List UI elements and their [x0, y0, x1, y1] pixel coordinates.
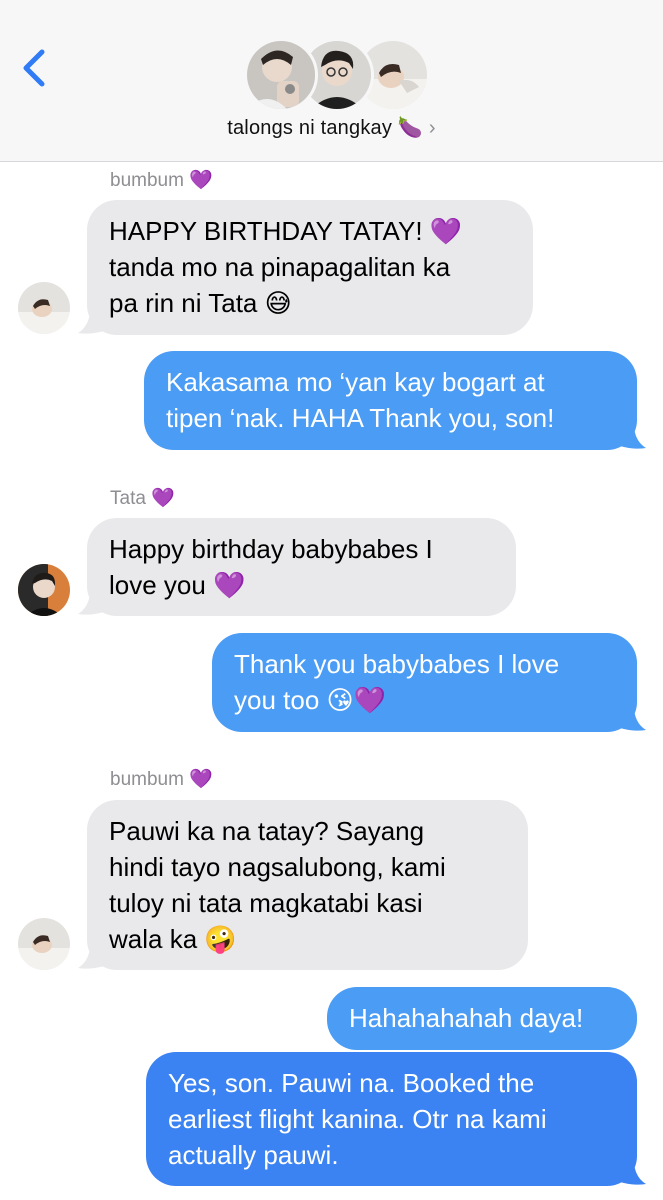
conversation-header: talongs ni tangkay 🍆 › — [0, 0, 663, 162]
message-bubble-incoming[interactable]: Happy birthday babybabes I love you 💜 — [87, 518, 516, 616]
message-line: love you 💜 — [109, 570, 246, 600]
message-line: tuloy ni tata magkatabi kasi — [109, 888, 423, 918]
message-line: you too 😘💜 — [234, 685, 386, 715]
chevron-right-icon: › — [428, 117, 436, 139]
message-line: pa rin ni Tata 😅 — [109, 288, 292, 318]
sender-avatar — [18, 282, 70, 334]
message-line: Hahahahahah daya! — [349, 1003, 584, 1033]
message-bubble-incoming[interactable]: Pauwi ka na tatay? Sayang hindi tayo nag… — [87, 800, 528, 970]
back-chevron-icon[interactable] — [16, 46, 52, 90]
sender-avatar — [18, 564, 70, 616]
sender-name: Tata 💜 — [110, 488, 175, 509]
sender-name: bumbum 💜 — [110, 170, 213, 191]
message-line: earliest flight kanina. Otr na kami — [168, 1104, 547, 1134]
message-bubble-incoming[interactable]: HAPPY BIRTHDAY TATAY! 💜 tanda mo na pina… — [87, 200, 533, 335]
message-bubble-outgoing[interactable]: Yes, son. Pauwi na. Booked the earliest … — [146, 1052, 637, 1186]
sender-avatar — [18, 918, 70, 970]
message-line: Kakasama mo ‘yan kay bogart at — [166, 367, 545, 397]
message-line: HAPPY BIRTHDAY TATAY! 💜 — [109, 216, 463, 246]
sender-name: bumbum 💜 — [110, 769, 213, 790]
group-avatars[interactable] — [244, 38, 430, 112]
message-line: wala ka 🤪 — [109, 924, 237, 954]
message-line: tanda mo na pinapagalitan ka — [109, 252, 451, 282]
message-line: actually pauwi. — [168, 1140, 339, 1170]
message-line: Thank you babybabes I love — [234, 649, 560, 679]
group-name[interactable]: talongs ni tangkay 🍆 › — [0, 115, 663, 140]
message-line: Happy birthday babybabes I — [109, 534, 433, 564]
message-bubble-outgoing[interactable]: Kakasama mo ‘yan kay bogart at tipen ‘na… — [144, 351, 637, 450]
message-line: Yes, son. Pauwi na. Booked the — [168, 1068, 535, 1098]
message-line: tipen ‘nak. HAHA Thank you, son! — [166, 403, 555, 433]
message-bubble-outgoing[interactable]: Hahahahahah daya! — [327, 987, 637, 1050]
message-line: Pauwi ka na tatay? Sayang — [109, 816, 425, 846]
group-name-label: talongs ni tangkay 🍆 — [227, 117, 423, 139]
member-avatar — [244, 38, 318, 112]
message-bubble-outgoing[interactable]: Thank you babybabes I love you too 😘💜 — [212, 633, 637, 732]
message-line: hindi tayo nagsalubong, kami — [109, 852, 446, 882]
